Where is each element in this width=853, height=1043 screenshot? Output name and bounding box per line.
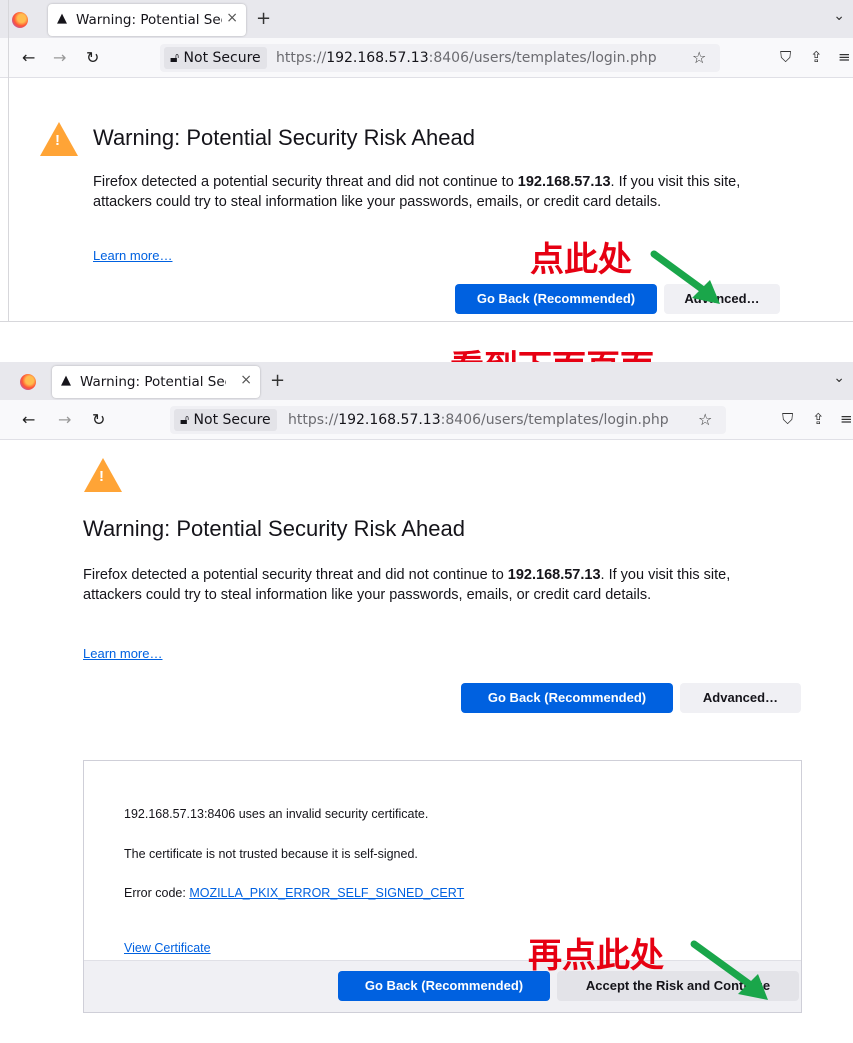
chevron-down-icon[interactable]: ⌄: [833, 370, 845, 386]
warning-icon: ▲: [57, 11, 67, 26]
close-icon[interactable]: ×: [226, 10, 238, 26]
new-tab-button[interactable]: +: [256, 8, 271, 29]
not-secure-label: Not Secure: [193, 412, 271, 428]
not-secure-label: Not Secure: [183, 50, 261, 66]
menu-icon[interactable]: ≡: [838, 48, 851, 66]
star-icon[interactable]: ☆: [692, 48, 706, 67]
not-secure-badge[interactable]: 🔓︎ Not Secure: [164, 47, 267, 69]
url-prefix: https://: [288, 412, 339, 428]
annotation-click-here: 点此处: [530, 240, 632, 280]
nav-bar: ← → ↻ 🔓︎ Not Secure https://192.168.57.1…: [0, 38, 853, 78]
chevron-down-icon[interactable]: ⌄: [833, 8, 845, 24]
url-path: :8406/users/templates/login.php: [440, 412, 669, 428]
tab-bar: ▲ Warning: Potential Sec × + ⌄: [0, 0, 853, 38]
firefox-logo-icon: [12, 12, 28, 28]
extensions-icon[interactable]: ⇪: [810, 48, 823, 66]
reload-icon[interactable]: ↻: [86, 48, 99, 67]
view-certificate-link[interactable]: View Certificate: [124, 941, 211, 955]
back-arrow-icon[interactable]: ←: [22, 48, 35, 67]
url-text[interactable]: https://192.168.57.13:8406/users/templat…: [276, 50, 657, 66]
screenshot-step-1: ▲ Warning: Potential Sec × + ⌄ ← → ↻ 🔓︎ …: [0, 0, 853, 322]
extensions-icon[interactable]: ⇪: [812, 410, 825, 428]
page-title: Warning: Potential Security Risk Ahead: [93, 125, 475, 150]
url-prefix: https://: [276, 50, 327, 66]
lock-slash-icon: 🔓︎: [180, 412, 190, 428]
advanced-button[interactable]: Advanced…: [680, 683, 801, 713]
url-text[interactable]: https://192.168.57.13:8406/users/templat…: [288, 412, 669, 428]
back-arrow-icon[interactable]: ←: [22, 410, 35, 429]
star-icon[interactable]: ☆: [698, 410, 712, 429]
cert-reason-text: The certificate is not trusted because i…: [124, 847, 418, 861]
active-tab[interactable]: ▲ Warning: Potential Sec ×: [48, 4, 246, 36]
close-icon[interactable]: ×: [240, 372, 252, 388]
divider: [8, 0, 9, 321]
annotation-click-again: 再点此处: [528, 936, 664, 976]
warning-icon: ▲: [61, 373, 71, 388]
learn-more-link[interactable]: Learn more…: [93, 248, 172, 263]
new-tab-button[interactable]: +: [270, 370, 285, 391]
lock-slash-icon: 🔓︎: [170, 50, 180, 66]
nav-bar: ← → ↻ 🔓︎ Not Secure https://192.168.57.1…: [0, 400, 853, 440]
arrow-icon: [690, 940, 768, 1000]
screenshot-step-2: ▲ Warning: Potential Sec × + ⌄ ← → ↻ 🔓︎ …: [0, 362, 853, 1043]
pocket-icon[interactable]: ⛉: [780, 48, 791, 66]
error-code-label: Error code:: [124, 886, 190, 900]
forward-arrow-icon[interactable]: →: [53, 48, 66, 67]
error-description: Firefox detected a potential security th…: [93, 174, 741, 210]
reload-icon[interactable]: ↻: [92, 410, 105, 429]
tab-bar: ▲ Warning: Potential Sec × + ⌄: [0, 362, 853, 400]
url-path: :8406/users/templates/login.php: [428, 50, 657, 66]
not-secure-badge[interactable]: 🔓︎ Not Secure: [174, 409, 277, 431]
tab-title: Warning: Potential Sec: [80, 374, 226, 390]
arrow-icon: [650, 250, 720, 304]
forward-arrow-icon[interactable]: →: [58, 410, 71, 429]
learn-more-link[interactable]: Learn more…: [83, 646, 162, 661]
tab-title: Warning: Potential Sec: [76, 12, 222, 28]
pocket-icon[interactable]: ⛉: [782, 410, 793, 428]
url-bar[interactable]: 🔓︎ Not Secure https://192.168.57.13:8406…: [160, 44, 720, 72]
url-host: 192.168.57.13: [326, 50, 429, 66]
go-back-button-advanced[interactable]: Go Back (Recommended): [338, 971, 550, 1001]
menu-icon[interactable]: ≡: [840, 410, 853, 428]
go-back-button[interactable]: Go Back (Recommended): [461, 683, 673, 713]
page-title: Warning: Potential Security Risk Ahead: [83, 516, 465, 541]
go-back-button[interactable]: Go Back (Recommended): [455, 284, 657, 314]
url-bar[interactable]: 🔓︎ Not Secure https://192.168.57.13:8406…: [170, 406, 726, 434]
warning-triangle-icon: !: [40, 122, 78, 156]
cert-info-text: 192.168.57.13:8406 uses an invalid secur…: [124, 807, 429, 821]
error-code-link[interactable]: MOZILLA_PKIX_ERROR_SELF_SIGNED_CERT: [189, 886, 464, 900]
warning-triangle-icon: !: [84, 458, 122, 492]
error-code-line: Error code: MOZILLA_PKIX_ERROR_SELF_SIGN…: [124, 886, 464, 900]
url-host: 192.168.57.13: [338, 412, 441, 428]
firefox-logo-icon: [20, 374, 36, 390]
active-tab[interactable]: ▲ Warning: Potential Sec ×: [52, 366, 260, 398]
error-description: Firefox detected a potential security th…: [83, 567, 731, 603]
